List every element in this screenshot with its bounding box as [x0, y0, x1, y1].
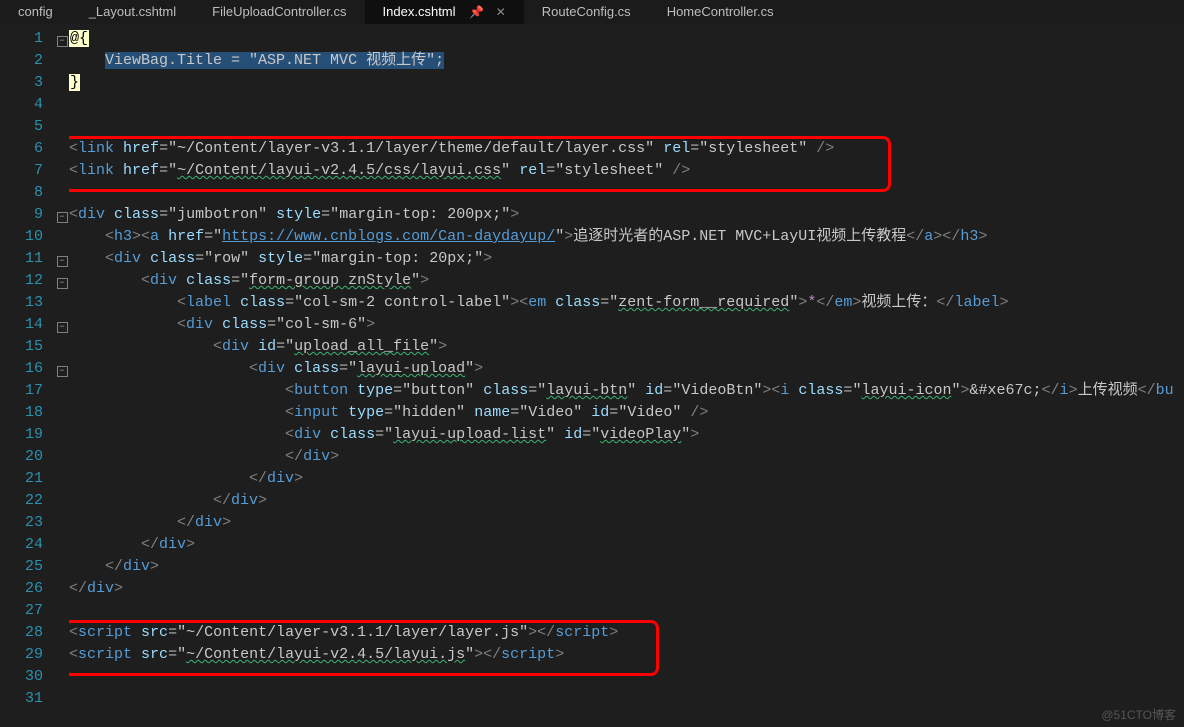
fold-toggle[interactable]: −: [57, 36, 68, 47]
code-line-7: <link href="~/Content/layui-v2.4.5/css/l…: [69, 160, 1184, 182]
code-line-12: <div class="form-group znStyle">: [69, 270, 1184, 292]
code-line-15: <div id="upload_all_file">: [69, 336, 1184, 358]
fold-toggle[interactable]: −: [57, 366, 68, 377]
close-icon[interactable]: ✕: [496, 5, 506, 19]
code-line-29: <script src="~/Content/layui-v2.4.5/layu…: [69, 644, 1184, 666]
line-gutter: 1234567891011121314151617181920212223242…: [0, 24, 55, 727]
code-line-6: <link href="~/Content/layer-v3.1.1/layer…: [69, 138, 1184, 160]
tab-index[interactable]: Index.cshtml 📌 ✕: [365, 0, 524, 24]
code-line-16: <div class="layui-upload">: [69, 358, 1184, 380]
code-line-11: <div class="row" style="margin-top: 20px…: [69, 248, 1184, 270]
code-area[interactable]: @{ ViewBag.Title = "ASP.NET MVC 视频上传"; }…: [69, 24, 1184, 727]
pin-icon[interactable]: 📌: [469, 5, 484, 19]
fold-toggle[interactable]: −: [57, 322, 68, 333]
code-line-14: <div class="col-sm-6">: [69, 314, 1184, 336]
tab-bar: config _Layout.cshtml FileUploadControll…: [0, 0, 1184, 24]
fold-toggle[interactable]: −: [57, 212, 68, 223]
watermark: @51CTO博客: [1101, 706, 1176, 723]
fold-toggle[interactable]: −: [57, 256, 68, 267]
code-line-13: <label class="col-sm-2 control-label"><e…: [69, 292, 1184, 314]
code-editor[interactable]: 1234567891011121314151617181920212223242…: [0, 24, 1184, 727]
razor-open: @{: [69, 30, 89, 47]
code-line-10: <h3><a href="https://www.cnblogs.com/Can…: [69, 226, 1184, 248]
tab-layout[interactable]: _Layout.cshtml: [71, 0, 194, 24]
tab-config[interactable]: config: [0, 0, 71, 24]
code-line-19: <div class="layui-upload-list" id="video…: [69, 424, 1184, 446]
fold-column: − − − − − −: [55, 24, 69, 727]
tab-homecontroller[interactable]: HomeController.cs: [649, 0, 792, 24]
tab-fileupload[interactable]: FileUploadController.cs: [194, 0, 364, 24]
code-line-18: <input type="hidden" name="Video" id="Vi…: [69, 402, 1184, 424]
razor-close: }: [69, 74, 80, 91]
code-line-9: <div class="jumbotron" style="margin-top…: [69, 204, 1184, 226]
tab-index-label: Index.cshtml: [383, 4, 456, 19]
tab-routeconfig[interactable]: RouteConfig.cs: [524, 0, 649, 24]
code-line-28: <script src="~/Content/layer-v3.1.1/laye…: [69, 622, 1184, 644]
code-line-17: <button type="button" class="layui-btn" …: [69, 380, 1184, 402]
fold-toggle[interactable]: −: [57, 278, 68, 289]
